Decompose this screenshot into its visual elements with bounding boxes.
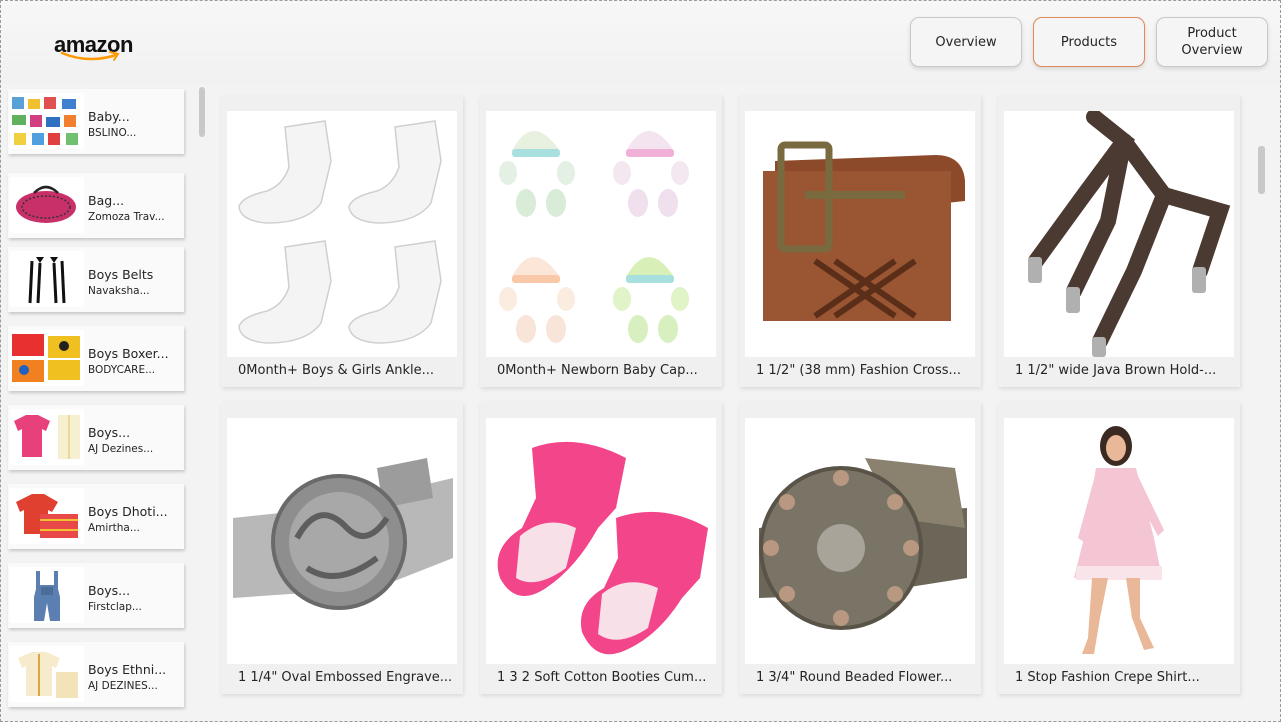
- sidebar-item-title: Boys...: [88, 583, 131, 598]
- sidebar-item-boys-shirt[interactable]: Boys... AJ Dezines...: [8, 405, 184, 470]
- product-image: [227, 418, 457, 664]
- sidebar-item-title: Boys Dhoti...: [88, 504, 168, 519]
- product-card-white-socks[interactable]: 0Month+ Boys & Girls Ankle...: [221, 95, 463, 387]
- product-image: [486, 111, 716, 357]
- logo-smile-icon: [60, 51, 120, 61]
- pink-shirt-thumbnail-icon: [10, 409, 84, 465]
- sidebar-item-boys-dhoti[interactable]: Boys Dhoti... Amirtha...: [8, 484, 184, 549]
- sidebar-item-title: Bag...: [88, 193, 125, 208]
- pink-bag-thumbnail-icon: [10, 177, 84, 233]
- category-sidebar[interactable]: Baby... BSLINO... Bag... Zomoza Trav... …: [0, 84, 210, 722]
- product-overview-button[interactable]: Product Overview: [1156, 17, 1268, 67]
- sidebar-item-title: Boys Ethni...: [88, 662, 167, 677]
- product-image: [745, 111, 975, 357]
- header-bar: amazon Overview Products Product Overvie…: [0, 0, 1281, 84]
- product-card-beaded-buckle-belt[interactable]: 1 3/4" Round Beaded Flower...: [739, 402, 981, 694]
- sidebar-item-subtitle: Firstclap...: [88, 601, 142, 613]
- sidebar-item-title: Boys Belts: [88, 267, 154, 282]
- sidebar-item-boys-belts[interactable]: Boys Belts Navaksha...: [8, 247, 184, 312]
- brown-suspenders-image-icon: [1028, 111, 1231, 357]
- sidebar-item-title: Boys Boxer...: [88, 346, 169, 361]
- silver-buckle-belt-image-icon: [233, 458, 453, 610]
- brown-belt-image-icon: [763, 141, 965, 321]
- product-title: 1 3 2 Soft Cotton Booties Cum...: [497, 670, 707, 685]
- product-card-silver-buckle-belt[interactable]: 1 1/4" Oval Embossed Engrave...: [221, 402, 463, 694]
- sidebar-item-boys-boxer[interactable]: Boys Boxer... BODYCARE...: [8, 326, 184, 391]
- beaded-buckle-belt-image-icon: [759, 458, 967, 630]
- product-card-baby-caps[interactable]: 0Month+ Newborn Baby Cap...: [480, 95, 722, 387]
- sidebar-item-subtitle: Amirtha...: [88, 522, 140, 534]
- sidebar-item-subtitle: Zomoza Trav...: [88, 211, 165, 223]
- products-button[interactable]: Products: [1033, 17, 1145, 67]
- sidebar-scrollbar[interactable]: [199, 87, 205, 137]
- sidebar-item-title: Baby...: [88, 109, 130, 124]
- sidebar-item-subtitle: BSLINO...: [88, 127, 137, 139]
- boxer-shorts-thumbnail-icon: [10, 330, 84, 386]
- sidebar-item-title: Boys...: [88, 425, 131, 440]
- sidebar-item-subtitle: BODYCARE...: [88, 364, 156, 376]
- sidebar-item-baby[interactable]: Baby... BSLINO...: [8, 89, 184, 154]
- dhoti-thumbnail-icon: [10, 488, 84, 544]
- baby-caps-mittens-image-icon: [499, 131, 689, 343]
- product-image: [486, 418, 716, 664]
- sidebar-item-boys-ethnic[interactable]: Boys Ethni... AJ DEZINES...: [8, 642, 184, 707]
- overview-button[interactable]: Overview: [910, 17, 1022, 67]
- baby-socks-thumbnail-icon: [10, 93, 84, 149]
- ethnic-wear-thumbnail-icon: [10, 646, 84, 702]
- pink-shirt-dress-image-icon: [1074, 426, 1164, 654]
- product-image: [227, 111, 457, 357]
- sidebar-item-subtitle: AJ Dezines...: [88, 443, 154, 455]
- product-card-pink-booties[interactable]: 1 3 2 Soft Cotton Booties Cum...: [480, 402, 722, 694]
- product-title: 1 Stop Fashion Crepe Shirt...: [1015, 670, 1200, 685]
- product-grid[interactable]: 0Month+ Boys & Girls Ankle... 0Month+ Ne…: [221, 95, 1271, 712]
- product-title: 0Month+ Newborn Baby Cap...: [497, 363, 698, 378]
- product-title: 1 3/4" Round Beaded Flower...: [756, 670, 953, 685]
- suspenders-thumbnail-icon: [10, 251, 84, 307]
- product-card-brown-belt[interactable]: 1 1/2" (38 mm) Fashion Cross...: [739, 95, 981, 387]
- pink-booties-image-icon: [497, 441, 708, 655]
- product-title: 1 1/2" wide Java Brown Hold-...: [1015, 363, 1217, 378]
- sidebar-item-subtitle: Navaksha...: [88, 285, 150, 297]
- product-title: 1 1/2" (38 mm) Fashion Cross...: [756, 363, 961, 378]
- product-card-pink-shirt-dress[interactable]: 1 Stop Fashion Crepe Shirt...: [998, 402, 1240, 694]
- product-image: [1004, 418, 1234, 664]
- product-grid-scrollbar[interactable]: [1258, 146, 1265, 194]
- product-image: [745, 418, 975, 664]
- sidebar-item-boys-dungaree[interactable]: Boys... Firstclap...: [8, 563, 184, 628]
- sidebar-item-bag[interactable]: Bag... Zomoza Trav...: [8, 173, 184, 238]
- product-title: 0Month+ Boys & Girls Ankle...: [238, 363, 434, 378]
- product-card-suspenders[interactable]: 1 1/2" wide Java Brown Hold-...: [998, 95, 1240, 387]
- white-socks-image-icon: [238, 120, 442, 344]
- sidebar-item-subtitle: AJ DEZINES...: [88, 680, 158, 692]
- product-image: [1004, 111, 1234, 357]
- product-title: 1 1/4" Oval Embossed Engrave...: [238, 670, 453, 685]
- denim-dungaree-thumbnail-icon: [10, 567, 84, 623]
